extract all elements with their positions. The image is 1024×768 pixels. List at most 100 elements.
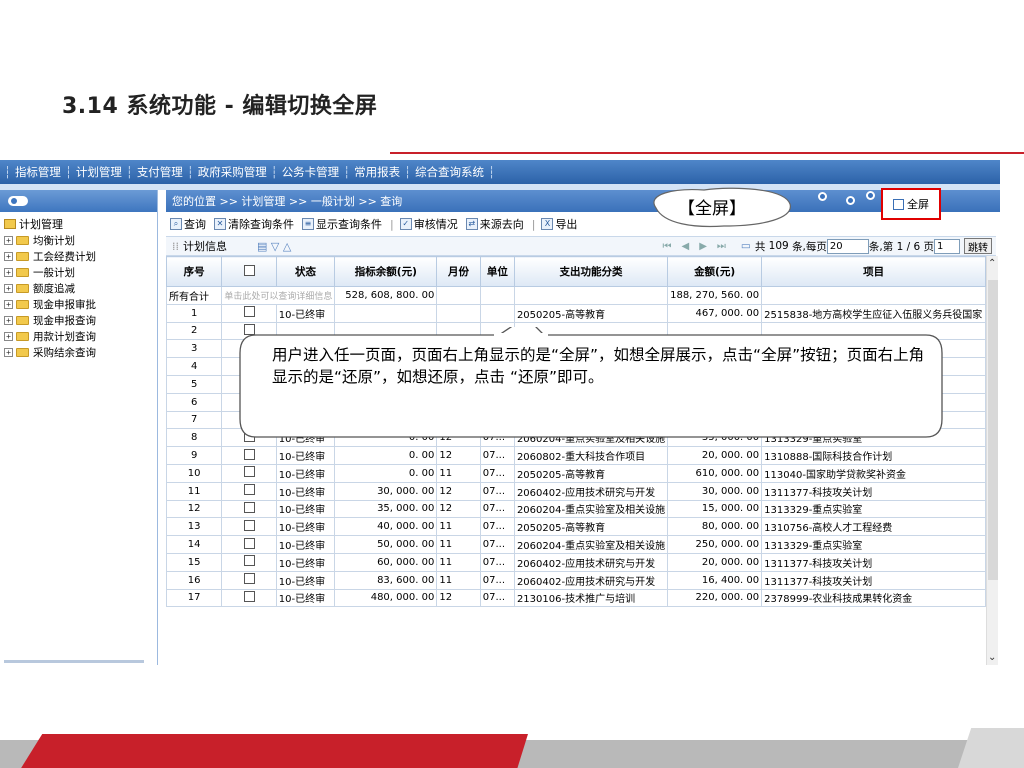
tree-item[interactable]: + 工会经费计划 [0, 248, 157, 264]
row-balance [334, 303, 438, 323]
show-conditions-button[interactable]: ≡ 显示查询条件 [302, 216, 382, 232]
column-header[interactable]: 单位 [479, 256, 515, 287]
scroll-up-icon[interactable]: ⌃ [988, 258, 996, 269]
row-unit: 07... [479, 517, 515, 537]
row-number: 1 [165, 303, 223, 323]
expand-icon[interactable]: + [4, 251, 13, 261]
nav-item[interactable]: 常用报表 [354, 164, 400, 180]
expand-icon[interactable]: + [4, 315, 13, 325]
expand-icon[interactable]: + [4, 331, 13, 341]
tree-item[interactable]: + 一般计划 [0, 264, 157, 280]
table-row[interactable]: 17 10-已终审 480, 000. 00 12 07... 2130106-技术推广与… [165, 588, 986, 608]
fullscreen-button[interactable]: 全屏 [881, 188, 941, 220]
column-header[interactable]: 序号 [165, 256, 223, 287]
table-row[interactable]: 10 10-已终审 0. 00 11 07... 2050205-高等教育 610, 000… [165, 463, 986, 483]
source-label: 来源去向 [479, 218, 524, 231]
scroll-thumb[interactable] [988, 280, 998, 580]
export-label: 导出 [555, 218, 578, 231]
nav-item[interactable]: 综合查询系统 [415, 164, 484, 180]
clear-conditions-button[interactable]: ✕ 清除查询条件 [214, 216, 294, 232]
source-button[interactable]: ⇄ 来源去向 [465, 216, 524, 232]
prev-page-icon[interactable]: ◀ [682, 241, 690, 252]
table-row[interactable]: 14 10-已终审 50, 000. 00 11 07... 2060204-重点实验室及… [165, 535, 986, 554]
audit-button[interactable]: ✓ 审核情况 [399, 216, 458, 232]
expand-icon[interactable]: + [4, 235, 13, 245]
row-month: 12 [436, 499, 481, 519]
expand-icon[interactable]: + [4, 299, 13, 309]
column-header[interactable]: 指标余额(元) [334, 256, 438, 287]
expand-icon[interactable]: + [4, 283, 13, 293]
row-status: 10-已终审 [275, 446, 336, 465]
nav-item[interactable]: 公务卡管理 [282, 164, 340, 180]
row-number: 16 [165, 570, 223, 590]
table-row[interactable]: 9 10-已终审 0. 00 12 07... 2060802-重大科技合作项目 20, 0… [165, 446, 986, 465]
column-header[interactable] [221, 256, 277, 287]
export-button[interactable]: X 导出 [541, 216, 577, 232]
row-checkbox[interactable] [243, 519, 255, 531]
row-checkbox[interactable] [243, 448, 255, 460]
row-checkbox[interactable] [243, 537, 255, 549]
slide-title: 3.14 系统功能 - 编辑切换全屏 [62, 94, 378, 119]
nav-item[interactable]: 指标管理 [15, 164, 61, 180]
vertical-scrollbar[interactable]: ⌃ ⌄ [986, 256, 998, 665]
empty-cell [436, 286, 481, 305]
tree-item[interactable]: + 用款计划查询 [0, 328, 157, 344]
table-row[interactable]: 15 10-已终审 60, 000. 00 11 07... 2060402-应用技术研究… [165, 552, 986, 572]
row-checkbox[interactable] [243, 573, 255, 585]
expand-icon[interactable]: + [4, 347, 13, 357]
excel-icon: X [541, 218, 554, 230]
first-page-icon[interactable]: ⏮ [663, 241, 672, 252]
grip-icon: ⁞⁞ [172, 239, 179, 253]
row-checkbox[interactable] [243, 590, 255, 602]
select-all-checkbox[interactable] [243, 264, 255, 276]
table-row[interactable]: 12 10-已终审 35, 000. 00 12 07... 2060204-重点实验室及… [165, 499, 986, 519]
column-header[interactable]: 金额(元) [667, 256, 763, 287]
tree-root-label: 计划管理 [19, 218, 63, 231]
row-checkbox[interactable] [243, 306, 255, 318]
nav-item[interactable]: 政府采购管理 [198, 164, 267, 180]
tree-item[interactable]: + 现金申报审批 [0, 296, 157, 312]
grid-menu-icon[interactable]: ▤ ▽ △ [257, 240, 291, 253]
folder-icon [16, 315, 29, 325]
row-balance: 480, 000. 00 [334, 588, 438, 608]
table-row[interactable]: 1 10-已终审 2050205-高等教育 467, 000. 00 2515838-地… [165, 303, 986, 323]
tree-item[interactable]: + 采购结余查询 [0, 344, 157, 360]
empty-cell [479, 286, 515, 305]
table-row[interactable]: 11 10-已终审 30, 000. 00 12 07... 2060402-应用技术研究… [165, 481, 986, 501]
nav-item[interactable]: 计划管理 [76, 164, 122, 180]
table-row[interactable]: 16 10-已终审 83, 600. 00 11 07... 2060402-应用技术研究… [165, 570, 986, 590]
total-hint-cell: 单击此处可以查询详细信息 [221, 286, 336, 305]
row-checkbox[interactable] [243, 484, 255, 496]
tree-item[interactable]: + 额度追减 [0, 280, 157, 296]
column-header[interactable]: 状态 [275, 256, 336, 287]
jump-button[interactable]: 跳转 [964, 238, 992, 254]
query-button[interactable]: ⌕ 查询 [170, 216, 206, 232]
nav-item[interactable]: 支付管理 [137, 164, 183, 180]
tree-item[interactable]: + 现金申报查询 [0, 312, 157, 328]
row-project: 113040-国家助学贷款奖补资金 [761, 463, 986, 483]
row-checkbox[interactable] [243, 501, 255, 513]
row-checkbox[interactable] [243, 466, 255, 478]
column-header[interactable]: 项目 [761, 256, 986, 287]
table-row[interactable]: 13 10-已终审 40, 000. 00 11 07... 2050205-高等教育 80… [165, 517, 986, 537]
row-amount: 30, 000. 00 [667, 481, 763, 501]
sidebar-scrollbar[interactable] [4, 660, 144, 663]
row-balance: 60, 000. 00 [334, 552, 438, 572]
callout-dot [818, 192, 827, 201]
row-checkbox[interactable] [243, 555, 255, 567]
folder-icon [16, 347, 29, 357]
expand-icon[interactable]: + [4, 267, 13, 277]
column-header[interactable]: 月份 [436, 256, 481, 287]
row-amount: 15, 000. 00 [667, 499, 763, 519]
page-input[interactable] [934, 238, 960, 254]
per-page-select[interactable] [826, 238, 869, 254]
last-page-icon[interactable]: ⏭ [717, 241, 726, 252]
tree-root[interactable]: 计划管理 [0, 212, 157, 232]
clear-label: 清除查询条件 [228, 218, 294, 231]
tree-item[interactable]: + 均衡计划 [0, 232, 157, 248]
next-page-icon[interactable]: ▶ [699, 241, 707, 252]
row-number: 7 [165, 410, 223, 430]
tree-item-label: 工会经费计划 [33, 250, 96, 263]
scroll-down-icon[interactable]: ⌄ [988, 652, 996, 663]
column-header[interactable]: 支出功能分类 [513, 256, 669, 287]
